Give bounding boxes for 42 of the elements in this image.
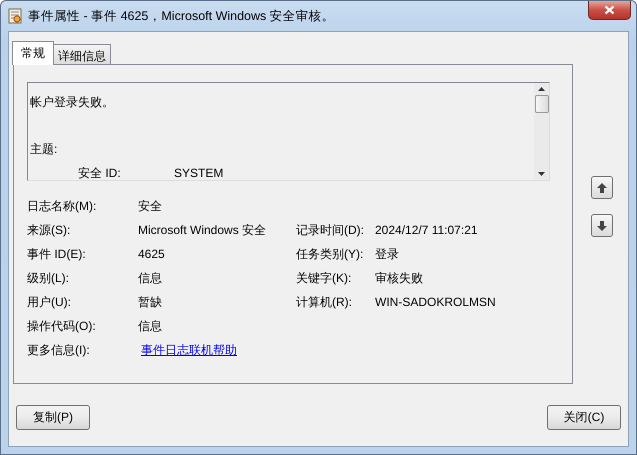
field-value: 安全 <box>138 198 163 215</box>
close-icon <box>604 5 615 15</box>
field-label: 事件 ID(E): <box>27 246 87 263</box>
field-label: 级别(L): <box>27 270 70 287</box>
description-text: 帐户登录失败。 <box>30 94 115 111</box>
field-label: 计算机(R): <box>296 294 353 311</box>
dialog-button[interactable]: 复制(P) <box>16 405 90 430</box>
scroll-up-icon <box>538 87 545 91</box>
field-value: 审核失败 <box>375 270 424 287</box>
field-label: 安全 ID: <box>78 164 122 182</box>
up-arrow-icon <box>596 182 608 194</box>
field-value: 暂缺 <box>138 294 163 311</box>
previous-event-button[interactable] <box>591 176 613 199</box>
field-value: 2024/12/7 11:07:21 <box>375 222 479 239</box>
field-label: 任务类别(Y): <box>296 246 364 263</box>
field-label: 来源(S): <box>27 222 72 239</box>
field-value: 信息 <box>138 270 163 287</box>
scroll-thumb[interactable] <box>534 95 548 113</box>
field-value: WIN-SADOKROLMSN <box>375 294 497 311</box>
event-log-icon <box>8 8 22 24</box>
field-value: 信息 <box>138 318 163 335</box>
help-link[interactable]: 事件日志联机帮助 <box>138 343 237 357</box>
field-label: 关键字(K): <box>296 270 352 287</box>
field-value: Microsoft Windows 安全 <box>138 222 268 239</box>
down-arrow-icon <box>596 220 608 232</box>
tab[interactable]: 详细信息 <box>53 44 111 64</box>
scroll-down-icon <box>538 172 545 176</box>
next-event-button[interactable] <box>591 214 613 237</box>
field-label: 操作代码(O): <box>27 318 97 335</box>
tab[interactable]: 常规 <box>12 41 54 65</box>
field-value: 4625 <box>138 246 166 263</box>
window-title: 事件属性 - 事件 4625，Microsoft Windows 安全审核。 <box>28 8 335 24</box>
scrollbar[interactable] <box>534 83 549 180</box>
field-label: 用户(U): <box>27 294 72 311</box>
field-label: 日志名称(M): <box>27 198 98 215</box>
field-label: 记录时间(D): <box>296 222 365 239</box>
field-label: 更多信息(I): <box>27 342 91 359</box>
field-value: SYSTEM <box>174 164 224 182</box>
description-text: 主题: <box>30 141 58 158</box>
dialog-button[interactable]: 关闭(C) <box>547 405 621 430</box>
field-value: 登录 <box>375 246 400 263</box>
close-button[interactable] <box>588 1 631 20</box>
